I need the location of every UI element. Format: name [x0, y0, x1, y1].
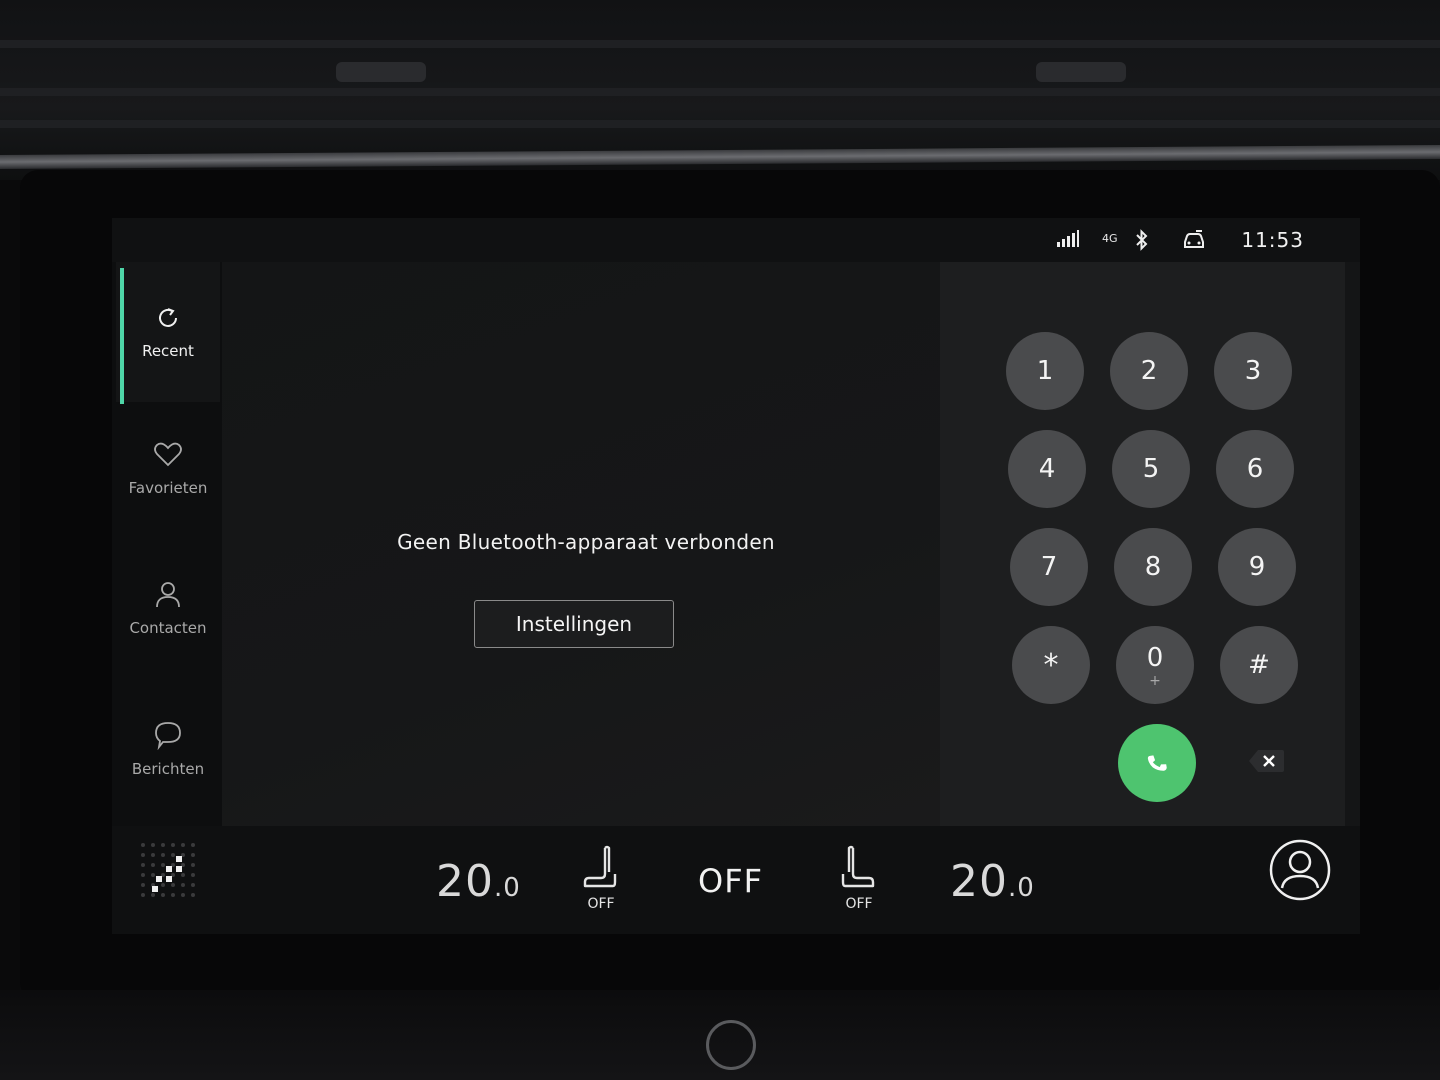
home-button[interactable] [706, 1020, 756, 1070]
sidebar-item-label: Recent [142, 342, 194, 360]
key-7[interactable]: 7 [1010, 528, 1088, 606]
key-label: 4 [1038, 454, 1056, 484]
seat-status: OFF [587, 896, 615, 912]
key-label: # [1248, 650, 1270, 680]
status-bar: 4G 11:53 [112, 218, 1360, 262]
apps-grid-icon[interactable] [138, 840, 200, 904]
left-temperature[interactable]: 20.0 [436, 856, 521, 907]
sidebar-item-label: Favorieten [128, 479, 208, 497]
clock: 11:53 [1241, 228, 1304, 252]
chat-bubble-icon [155, 722, 181, 750]
temp-decimal: .0 [494, 873, 521, 903]
main-panel: Geen Bluetooth-apparaat verbonden Instel… [222, 262, 940, 826]
key-2[interactable]: 2 [1110, 332, 1188, 410]
key-sub-label: + [1149, 673, 1161, 689]
key-label: 9 [1248, 552, 1266, 582]
key-star[interactable]: * [1012, 626, 1090, 704]
settings-button[interactable]: Instellingen [474, 600, 674, 648]
bluetooth-icon [1134, 229, 1150, 255]
backspace-icon [1249, 750, 1284, 772]
sidebar-item-label: Contacten [129, 619, 207, 637]
no-bluetooth-message: Geen Bluetooth-apparaat verbonden [397, 530, 775, 554]
seat-icon [583, 845, 617, 888]
air-vent [0, 40, 1440, 48]
air-vent [0, 88, 1440, 96]
vent-clip [336, 62, 426, 82]
sidebar: Recent Favorieten Contacten Berichten [112, 262, 222, 826]
key-5[interactable]: 5 [1112, 430, 1190, 508]
key-label: 1 [1036, 356, 1054, 386]
key-label: 6 [1246, 454, 1264, 484]
right-temperature[interactable]: 20.0 [950, 856, 1035, 907]
key-1[interactable]: 1 [1006, 332, 1084, 410]
key-label: 0 [1146, 643, 1164, 673]
key-0[interactable]: 0 + [1116, 626, 1194, 704]
call-button[interactable] [1118, 724, 1196, 802]
dial-keypad: 1 2 3 4 5 6 7 8 9 * 0 + # [940, 262, 1345, 826]
refresh-icon [159, 308, 177, 327]
sidebar-item-contacten[interactable]: Contacten [116, 544, 220, 674]
key-label: 3 [1244, 356, 1262, 386]
temp-value: 20 [950, 856, 1008, 907]
key-9[interactable]: 9 [1218, 528, 1296, 606]
key-hash[interactable]: # [1220, 626, 1298, 704]
phone-icon [1147, 755, 1167, 771]
key-label: 8 [1144, 552, 1162, 582]
air-vent [0, 120, 1440, 128]
key-label: 5 [1142, 454, 1160, 484]
fan-status[interactable]: OFF [698, 862, 763, 900]
vent-clip [1036, 62, 1126, 82]
temp-decimal: .0 [1008, 873, 1035, 903]
key-label: 2 [1140, 356, 1158, 386]
key-8[interactable]: 8 [1114, 528, 1192, 606]
person-icon [156, 582, 180, 608]
infotainment-screen: 4G 11:53 Recent Favorieten Contacten Ber… [112, 218, 1360, 934]
key-6[interactable]: 6 [1216, 430, 1294, 508]
sidebar-item-recent[interactable]: Recent [116, 262, 220, 404]
key-3[interactable]: 3 [1214, 332, 1292, 410]
profile-avatar-icon[interactable] [1268, 838, 1332, 906]
sidebar-item-label: Berichten [131, 760, 205, 778]
sidebar-item-berichten[interactable]: Berichten [116, 684, 220, 814]
key-label: * [1043, 647, 1059, 683]
climate-bar: 20.0 OFF OFF OFF 20.0 [112, 826, 1360, 934]
temp-value: 20 [436, 856, 494, 907]
backspace-button[interactable] [1246, 746, 1288, 776]
key-label: 7 [1040, 552, 1058, 582]
left-seat-heat[interactable]: OFF [576, 844, 626, 912]
car-icon [1182, 230, 1206, 254]
sidebar-item-favorieten[interactable]: Favorieten [116, 404, 220, 534]
signal-icon [1056, 230, 1080, 252]
heart-icon [154, 442, 182, 467]
right-seat-heat[interactable]: OFF [834, 844, 884, 912]
network-4g-icon: 4G [1102, 232, 1118, 245]
seat-icon [841, 845, 875, 888]
key-4[interactable]: 4 [1008, 430, 1086, 508]
seat-status: OFF [845, 896, 873, 912]
